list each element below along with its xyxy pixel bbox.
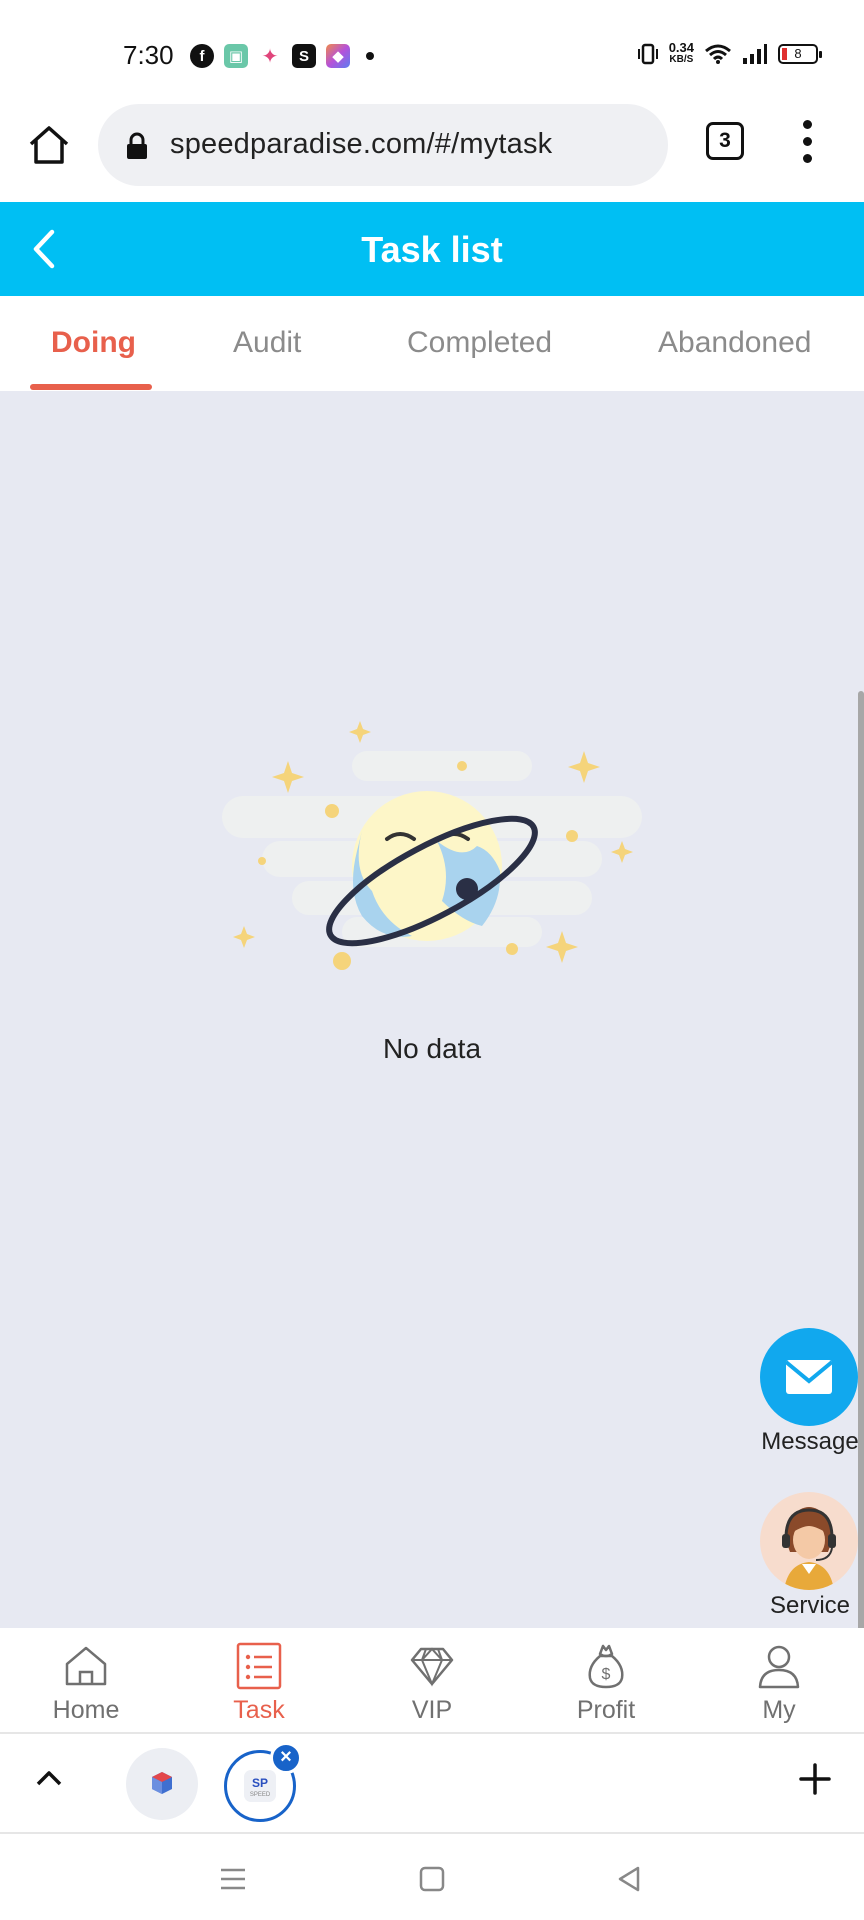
close-tab-icon[interactable]: ×	[270, 1742, 302, 1774]
tab-completed[interactable]: Completed	[407, 326, 552, 360]
battery-icon: 8	[778, 44, 822, 64]
system-home-icon[interactable]	[417, 1864, 447, 1894]
system-navigation-bar	[0, 1832, 864, 1920]
network-speed-unit: KB/S	[669, 54, 694, 65]
money-bag-icon: $	[588, 1644, 624, 1689]
signal-icon	[743, 44, 767, 64]
chevron-up-icon[interactable]	[34, 1768, 64, 1788]
bottom-navigation: Home Task VIP $ Profit My	[0, 1628, 864, 1732]
battery-level-fill	[782, 48, 787, 60]
task-list-content[interactable]: No data	[0, 391, 864, 1756]
system-back-icon[interactable]	[614, 1864, 644, 1894]
diamond-icon	[410, 1647, 454, 1687]
nav-vip-label: VIP	[411, 1696, 453, 1724]
home-icon	[65, 1646, 107, 1686]
cube-favicon-icon	[152, 1772, 172, 1794]
nav-profit[interactable]: $ Profit	[541, 1628, 671, 1732]
nav-task[interactable]: Task	[194, 1628, 324, 1732]
service-button[interactable]	[760, 1492, 858, 1590]
task-list-icon	[236, 1642, 282, 1690]
task-tabs: Doing Audit Completed Abandoned	[0, 296, 864, 391]
empty-state-text: No data	[382, 1033, 482, 1064]
app-header: Task list	[0, 202, 864, 296]
browser-menu-icon[interactable]	[798, 120, 818, 164]
recent-apps-icon[interactable]	[218, 1864, 248, 1894]
tab-audit[interactable]: Audit	[233, 326, 301, 360]
active-tab-indicator	[30, 384, 152, 390]
system-indicators: 0.34 KB/S 8	[637, 40, 822, 66]
nav-home-label: Home	[52, 1696, 120, 1724]
user-icon	[758, 1645, 800, 1689]
battery-level: 8	[794, 46, 802, 61]
message-label[interactable]: Message	[740, 1428, 864, 1456]
network-speed-value: 0.34	[668, 40, 694, 55]
new-tab-plus-icon[interactable]	[798, 1762, 832, 1796]
svg-text:SPEED: SPEED	[250, 1792, 271, 1798]
vibrate-icon	[637, 43, 658, 65]
shopping-bag-icon: S	[292, 44, 316, 68]
empty-planet-illustration	[222, 721, 642, 970]
notification-icons: f ▣ ✦ S ◆	[190, 44, 374, 68]
customer-service-avatar-icon	[782, 1507, 836, 1590]
svg-text:$: $	[602, 1666, 611, 1683]
star-icon: ✦	[261, 45, 279, 68]
nav-task-label: Task	[233, 1696, 285, 1724]
lock-icon	[127, 132, 147, 159]
service-label[interactable]: Service	[740, 1592, 864, 1620]
gallery-icon: ◆	[326, 44, 350, 68]
browser-bottom-toolbar: SP SPEED ×	[0, 1732, 864, 1832]
nav-vip[interactable]: VIP	[367, 1628, 497, 1732]
app-icon: ▣	[224, 44, 248, 68]
nav-profit-label: Profit	[576, 1696, 636, 1724]
message-button[interactable]	[760, 1328, 858, 1426]
wifi-icon	[705, 44, 731, 64]
nav-home[interactable]: Home	[21, 1628, 151, 1732]
more-notifications-dot	[366, 52, 374, 60]
page-title: Task list	[361, 229, 503, 270]
status-bar: 7:30 f ▣ ✦ S ◆ 0.34 KB/S 8	[0, 0, 864, 100]
browser-home-icon[interactable]	[26, 122, 72, 168]
tab-switcher-button[interactable]: 3	[706, 122, 744, 160]
nav-my[interactable]: My	[714, 1628, 844, 1732]
network-speed: 0.34 KB/S	[668, 40, 694, 66]
browser-address-bar: speedparadise.com/#/mytask 3	[0, 100, 864, 202]
status-time: 7:30	[123, 40, 174, 70]
envelope-icon	[784, 1360, 834, 1394]
url-text: speedparadise.com/#/mytask	[170, 128, 553, 160]
facebook-icon: f	[190, 44, 214, 68]
svg-text:SP: SP	[252, 1776, 268, 1790]
tab-abandoned[interactable]: Abandoned	[658, 326, 812, 360]
nav-my-label: My	[762, 1696, 796, 1724]
url-field[interactable]: speedparadise.com/#/mytask	[98, 104, 668, 186]
browser-tab-thumbnail[interactable]	[126, 1748, 198, 1820]
tab-doing[interactable]: Doing	[51, 326, 136, 360]
